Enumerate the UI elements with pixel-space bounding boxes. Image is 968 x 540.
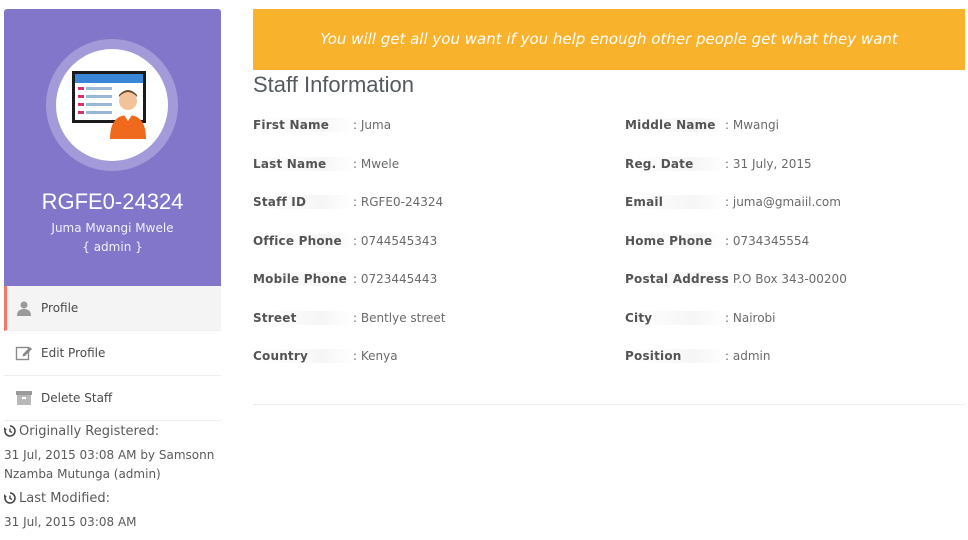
field-city: City : Nairobi [625,308,775,328]
registered-value: 31 Jul, 2015 03:08 AM by Samsonn Nzamba … [4,448,215,481]
field-value: : 0734345554 [725,234,810,248]
history-icon [4,492,16,504]
field-value: : P.O Box 343-00200 [725,272,847,286]
field-country: Country : Kenya [253,346,398,366]
field-label: Country [253,349,353,363]
menu-item-label: Delete Staff [41,391,113,405]
field-label: Street [253,311,353,325]
field-value: : 31 July, 2015 [725,157,812,171]
staff-role: { admin } [82,240,143,254]
registered-header: Originally Registered: [4,422,221,440]
field-value: : Kenya [353,349,398,363]
history-icon [4,425,16,437]
field-value: : Juma [353,118,392,132]
modified-label: Last Modified: [19,490,111,506]
field-label: Middle Name [625,118,725,132]
modified-value: 31 Jul, 2015 03:08 AM [4,515,137,529]
field-label: Home Phone [625,234,725,248]
field-value: : 0723445443 [353,272,438,286]
field-label: Email [625,195,725,209]
field-label: City [625,311,725,325]
field-label: Reg. Date [625,157,725,171]
quote-banner: You will get all you want if you help en… [253,9,965,70]
field-office-phone: Office Phone : 0744545343 [253,231,437,251]
menu-item-delete-staff[interactable]: Delete Staff [4,376,221,421]
menu-item-label: Edit Profile [41,346,106,360]
field-value: : Nairobi [725,311,776,325]
field-label: Postal Address [625,272,729,286]
field-label: Last Name [253,157,353,171]
field-label: Mobile Phone [253,272,353,286]
field-label: Position [625,349,725,363]
field-value: : Mwangi [725,118,779,132]
field-first-name: First Name : Juma [253,115,391,135]
side-menu: Profile Edit Profile Delete Staff [4,286,221,421]
field-mobile-phone: Mobile Phone : 0723445443 [253,269,437,289]
field-value: : admin [725,349,771,363]
profile-card: RGFE0-24324 Juma Mwangi Mwele { admin } [4,9,221,286]
field-last-name: Last Name : Mwele [253,154,399,174]
staff-full-name: Juma Mwangi Mwele [51,221,174,235]
field-label: Office Phone [253,234,353,248]
field-label: Staff ID [253,195,353,209]
field-postal-address: Postal Address : P.O Box 343-00200 [625,269,847,289]
field-staff-id: Staff ID : RGFE0-24324 [253,192,443,212]
menu-item-edit-profile[interactable]: Edit Profile [4,331,221,376]
field-email: Email : juma@gmaiil.com [625,192,841,212]
menu-item-profile[interactable]: Profile [4,286,221,331]
audit-info: Originally Registered: 31 Jul, 2015 03:0… [4,422,221,537]
field-value: : 0744545343 [353,234,438,248]
field-home-phone: Home Phone : 0734345554 [625,231,809,251]
staff-code: RGFE0-24324 [41,189,184,214]
staff-profile-page: RGFE0-24324 Juma Mwangi Mwele { admin } … [0,0,968,540]
menu-item-label: Profile [41,301,79,315]
user-icon [14,298,34,318]
modified-header: Last Modified: [4,489,221,507]
field-position: Position : admin [625,346,770,366]
field-reg-date: Reg. Date : 31 July, 2015 [625,154,812,174]
field-street: Street : Bentlye street [253,308,446,328]
field-value: : RGFE0-24324 [353,195,444,209]
field-value: : Mwele [353,157,400,171]
staff-info-panel: Staff Information First Name : Juma Last… [253,70,965,405]
field-label: First Name [253,118,353,132]
archive-icon [14,388,34,408]
avatar [46,39,178,171]
field-middle-name: Middle Name : Mwangi [625,115,779,135]
field-value: : Bentlye street [353,311,446,325]
field-value: : juma@gmaiil.com [725,195,841,209]
edit-icon [14,343,34,363]
panel-title: Staff Information [253,72,415,97]
registered-label: Originally Registered: [19,423,160,439]
staff-card-icon [72,71,146,139]
